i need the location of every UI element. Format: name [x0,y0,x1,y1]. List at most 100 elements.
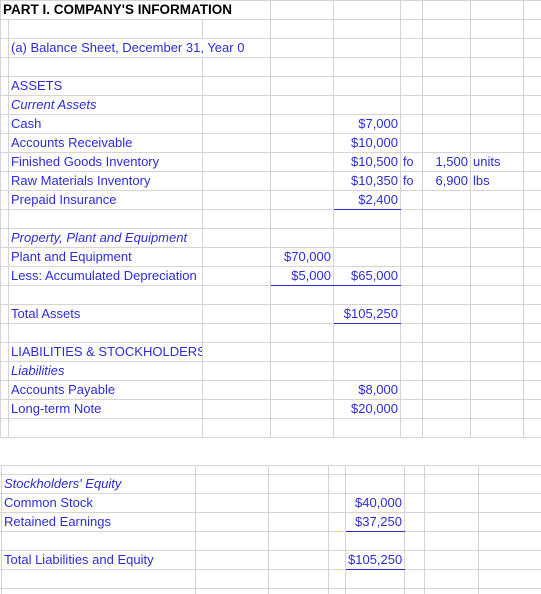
cell-empty[interactable] [195,512,269,532]
cell-empty[interactable] [0,380,9,400]
current-assets-heading[interactable]: Current Assets [8,95,203,115]
cell-empty[interactable] [0,114,9,134]
cell-empty[interactable] [422,285,471,305]
cell-empty[interactable] [478,588,541,594]
cell-empty[interactable] [270,152,334,172]
assets-heading[interactable]: ASSETS [8,76,203,96]
cell-empty[interactable] [195,465,269,475]
cell-empty[interactable] [470,304,524,324]
cell-empty[interactable] [202,19,271,39]
cell-empty[interactable] [422,247,471,267]
cell-empty[interactable] [270,342,334,362]
cell-empty[interactable] [1,531,196,551]
cell-empty[interactable] [202,304,271,324]
cell-empty[interactable] [523,342,541,362]
cell-empty[interactable] [422,228,471,248]
cell-empty[interactable] [268,550,329,570]
cell-empty[interactable] [523,19,541,39]
cell-empty[interactable] [470,133,524,153]
cell-empty[interactable] [328,512,346,532]
cell-empty[interactable] [345,531,405,551]
cell-empty[interactable] [470,361,524,381]
cell-empty[interactable] [523,399,541,419]
cell-empty[interactable] [328,493,346,513]
cell-empty[interactable] [523,133,541,153]
cell-empty[interactable] [424,569,479,589]
cell-empty[interactable] [470,228,524,248]
cell-empty[interactable] [270,418,334,438]
cell-empty[interactable] [422,380,471,400]
cell-empty[interactable] [523,304,541,324]
cell-empty[interactable] [400,399,423,419]
cell-empty[interactable] [470,57,524,77]
label-accounts-payable[interactable]: Accounts Payable [8,380,203,400]
amount-raw-materials-inventory[interactable]: $10,350 [333,171,401,191]
cell-empty[interactable] [404,569,425,589]
cell-empty[interactable] [478,493,541,513]
label-finished-goods-inventory[interactable]: Finished Goods Inventory [8,152,203,172]
cell-empty[interactable] [270,0,334,20]
cell-empty[interactable] [478,531,541,551]
cell-empty[interactable] [8,209,203,229]
cell-empty[interactable] [333,38,401,58]
cell-empty[interactable] [328,474,346,494]
cell-empty[interactable] [470,418,524,438]
amount-total-liabilities-and-equity[interactable]: $105,250 [345,550,405,570]
cell-empty[interactable] [404,550,425,570]
label-raw-materials-inventory[interactable]: Raw Materials Inventory [8,171,203,191]
cell-empty[interactable] [1,465,196,475]
cell-empty[interactable] [470,190,524,210]
stockholders-equity-heading[interactable]: Stockholders' Equity [1,474,196,494]
cell-empty[interactable] [8,19,203,39]
cell-empty[interactable] [270,304,334,324]
cell-empty[interactable] [400,95,423,115]
cell-empty[interactable] [422,304,471,324]
cell-empty[interactable] [202,285,271,305]
cell-empty[interactable] [422,38,471,58]
balance-sheet-grid-bottom[interactable]: Stockholders' Equity Common Stock $40,00… [0,465,541,594]
cell-empty[interactable] [270,209,334,229]
cell-empty[interactable] [333,323,401,343]
cell-empty[interactable] [400,380,423,400]
page-title[interactable]: PART I. COMPANY'S INFORMATION [0,0,271,20]
cell-empty[interactable] [470,323,524,343]
label-common-stock[interactable]: Common Stock [1,493,196,513]
cell-empty[interactable] [0,342,9,362]
cell-empty[interactable] [470,76,524,96]
cell-empty[interactable] [270,228,334,248]
cell-empty[interactable] [523,76,541,96]
cell-empty[interactable] [202,361,271,381]
amount-accounts-payable[interactable]: $8,000 [333,380,401,400]
amount-cash[interactable]: $7,000 [333,114,401,134]
cell-empty[interactable] [0,247,9,267]
cell-empty[interactable] [202,190,271,210]
amount-total-assets[interactable]: $105,250 [333,304,401,324]
cell-empty[interactable] [195,588,269,594]
cell-empty[interactable] [404,493,425,513]
amount-plant-and-equipment[interactable]: $70,000 [270,247,334,267]
cell-empty[interactable] [0,361,9,381]
cell-empty[interactable] [268,588,329,594]
cell-empty[interactable] [333,76,401,96]
cell-empty[interactable] [270,171,334,191]
cell-empty[interactable] [422,342,471,362]
cell-empty[interactable] [345,465,405,475]
cell-empty[interactable] [333,285,401,305]
cell-empty[interactable] [478,569,541,589]
cell-empty[interactable] [404,465,425,475]
worksheet-bottom-pane[interactable]: Stockholders' Equity Common Stock $40,00… [0,465,541,594]
cell-empty[interactable] [400,285,423,305]
cell-empty[interactable] [0,266,9,286]
label-retained-earnings[interactable]: Retained Earnings [1,512,196,532]
cell-empty[interactable] [523,418,541,438]
cell-empty[interactable] [270,285,334,305]
cell-empty[interactable] [202,76,271,96]
cell-empty[interactable] [424,512,479,532]
cell-empty[interactable] [422,95,471,115]
cell-empty[interactable] [424,550,479,570]
note-raw-materials-for[interactable]: fo [400,171,423,191]
cell-empty[interactable] [478,550,541,570]
cell-empty[interactable] [202,57,271,77]
cell-empty[interactable] [404,512,425,532]
cell-empty[interactable] [333,95,401,115]
